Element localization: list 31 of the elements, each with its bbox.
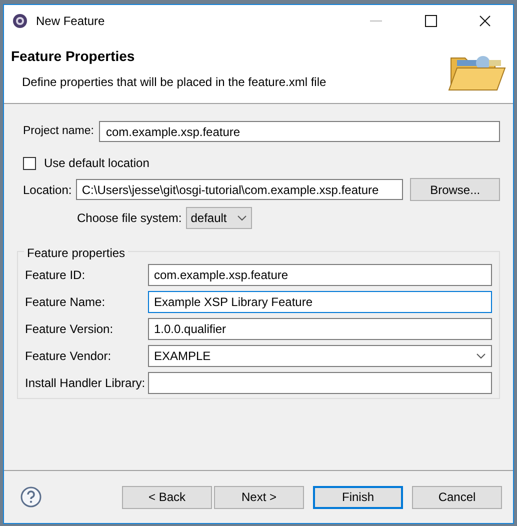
checkbox[interactable] bbox=[23, 156, 36, 170]
text-field[interactable] bbox=[148, 372, 492, 394]
text-field[interactable]: 1.0.0.qualifier bbox=[148, 318, 492, 340]
checkbox-label: Use default location bbox=[44, 155, 150, 172]
field-label: Location: bbox=[22, 182, 73, 198]
dialog-button[interactable]: Finish bbox=[313, 486, 403, 508]
text-field[interactable]: com.example.xsp.feature bbox=[148, 264, 492, 286]
dialog-button[interactable]: < Back bbox=[122, 486, 212, 508]
location-field[interactable]: C:\Users\jesse\git\osgi-tutorial\com.example.xsp.feature bbox=[76, 179, 404, 200]
page-description: Define properties that will be placed in the feature.xml file bbox=[21, 74, 326, 91]
window-title: New Feature bbox=[36, 13, 105, 30]
field-label: Feature ID: bbox=[25, 267, 86, 284]
browse-button[interactable]: Browse... bbox=[410, 178, 500, 201]
field-label: Feature Version: bbox=[25, 321, 114, 338]
field-label: Project name: bbox=[22, 124, 94, 139]
field-label: Choose file system: bbox=[77, 210, 182, 227]
dialog-button[interactable]: Cancel bbox=[412, 486, 502, 508]
help-icon[interactable] bbox=[20, 486, 42, 508]
maximize-icon[interactable] bbox=[425, 15, 437, 27]
vendor-combo-field[interactable]: EXAMPLE bbox=[148, 345, 492, 367]
file-system-dropdown[interactable]: default bbox=[186, 207, 252, 229]
chevron-down-icon bbox=[236, 215, 247, 221]
field-label: Install Handler Library: bbox=[25, 375, 146, 392]
page-title: Feature Properties bbox=[11, 47, 136, 66]
close-icon[interactable] bbox=[479, 15, 491, 27]
field-label: Feature Name: bbox=[25, 294, 106, 311]
text-field[interactable]: Example XSP Library Feature bbox=[148, 291, 492, 313]
chevron-down-icon bbox=[476, 353, 486, 359]
field-label: Feature Vendor: bbox=[25, 348, 112, 365]
project-name-field[interactable]: com.example.xsp.feature bbox=[99, 121, 500, 142]
dialog-button[interactable]: Next > bbox=[214, 486, 304, 508]
